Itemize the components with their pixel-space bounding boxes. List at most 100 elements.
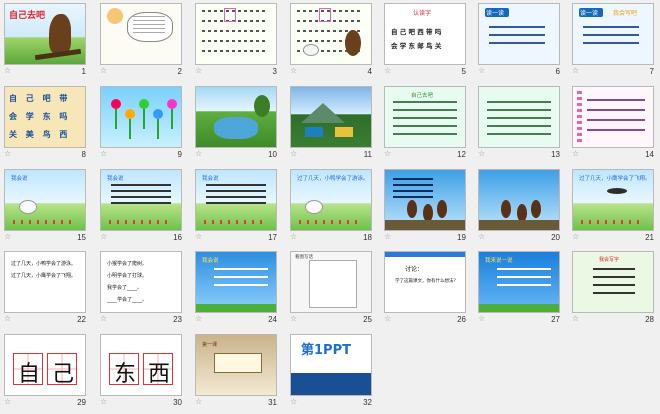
star-icon: ☆ — [100, 149, 108, 158]
slide-number: 10 — [268, 150, 277, 159]
flower-word-row: 关 美 鸟 西 — [9, 130, 71, 139]
slide-heading: 认读字 — [413, 10, 432, 17]
slide-cell: ☆ 2 — [100, 3, 182, 83]
text-line: 过了几天，小鹰学会了飞翔。 — [11, 273, 77, 279]
text-line — [111, 190, 171, 192]
slide-thumbnail[interactable]: 认读字自 己 吧 西 带 吗会 学 东 邮 鸟 关 — [384, 3, 466, 65]
star-icon: ☆ — [195, 397, 203, 406]
slide-thumbnail[interactable]: 讨论： 学了这篇课文，你有什么想法？ — [384, 251, 466, 313]
text-line — [206, 202, 266, 204]
flowers — [13, 220, 77, 224]
slide-thumbnail[interactable] — [572, 86, 654, 148]
slide-cell: 自己去吧 ☆ 12 — [384, 86, 466, 166]
banner — [291, 373, 371, 395]
slide-thumbnail[interactable]: 自己去吧 — [384, 86, 466, 148]
slide-number: 8 — [81, 150, 86, 159]
slide-thumbnail[interactable]: 我会说 — [4, 169, 86, 231]
text-line — [133, 32, 165, 33]
slide-cell: ☆ 19 — [384, 169, 466, 249]
text-line — [583, 26, 639, 28]
slide-subheading: 我会写吧 — [613, 10, 638, 17]
slide-thumbnail[interactable]: 我来说一说 — [478, 251, 560, 313]
slide-heading: 我会说 — [107, 176, 124, 182]
slide-heading: 讨论： — [405, 266, 424, 273]
slide-sorter-grid: 自己去吧 ☆ 1 ☆ 2 ☆ 3 ☆ 4 认读字自 己 吧 西 带 吗会 学 东 邮 鸟 关 ☆ 5 读… — [0, 0, 660, 410]
text-line — [202, 30, 268, 32]
slide-number: 17 — [268, 233, 277, 242]
slide-thumbnail[interactable] — [100, 3, 182, 65]
star-icon: ☆ — [572, 66, 580, 75]
slide-thumbnail[interactable]: 我会写字 — [572, 251, 654, 313]
slide-number: 28 — [645, 315, 654, 324]
flower-word-row: 自 己 吧 带 — [9, 94, 71, 103]
slide-thumbnail[interactable]: 第一课 — [195, 334, 277, 396]
text-line — [393, 190, 433, 192]
slide-cell: ☆ 11 — [290, 86, 372, 166]
eagle-icon — [49, 14, 71, 54]
slide-number: 2 — [177, 67, 182, 76]
lollipop-stick — [129, 119, 131, 139]
text-line — [489, 26, 545, 28]
tian-grid-box: 西 — [143, 353, 173, 387]
slide-heading: 我会说 — [202, 176, 219, 182]
slide-thumbnail[interactable]: 自 己 吧 带会 学 东 吗关 美 鸟 西 — [4, 86, 86, 148]
text-line — [487, 133, 551, 135]
grass — [196, 304, 276, 312]
slide-thumbnail[interactable]: 过了几天，小鸭学会了游泳。 过了几天，小鹰学会了飞翔。 — [4, 251, 86, 313]
slide-thumbnail[interactable] — [100, 86, 182, 148]
slide-thumbnail[interactable] — [290, 86, 372, 148]
slide-cell: ☆ 3 — [195, 3, 277, 83]
text-line — [393, 184, 433, 186]
slide-thumbnail[interactable] — [195, 86, 277, 148]
slide-number: 20 — [551, 233, 560, 242]
star-icon: ☆ — [4, 314, 12, 323]
slide-thumbnail[interactable]: 我会说 — [195, 169, 277, 231]
slide-thumbnail[interactable]: 第1PPT — [290, 334, 372, 396]
slide-thumbnail[interactable]: 过了几天，小鹰学会了飞翔。 — [572, 169, 654, 231]
text-line — [489, 42, 545, 44]
slide-thumbnail[interactable]: 自己 — [4, 334, 86, 396]
slide-heading: 我来说一说 — [485, 258, 513, 264]
slide-thumbnail[interactable] — [195, 3, 277, 65]
slide-cell: 我会写字 ☆ 28 — [572, 251, 654, 331]
mountain — [301, 103, 345, 123]
text-line — [393, 196, 433, 198]
slide-thumbnail[interactable]: 小猴学会了爬树。 小明学会了打球。 我学会了____。 ____学会了____。 — [100, 251, 182, 313]
star-icon: ☆ — [384, 232, 392, 241]
star-icon: ☆ — [384, 314, 392, 323]
word-line: 会 学 东 邮 鸟 关 — [391, 42, 442, 50]
text-line: ____学会了____。 — [107, 297, 148, 303]
slide-thumbnail[interactable]: 自己去吧 — [4, 3, 86, 65]
slide-thumbnail[interactable]: 读一读 — [478, 3, 560, 65]
slide-thumbnail[interactable]: 读一读 我会写吧 — [572, 3, 654, 65]
slide-thumbnail[interactable]: 我会说 — [195, 251, 277, 313]
text-line — [393, 101, 457, 103]
text-line — [214, 284, 268, 286]
text-line — [593, 292, 635, 294]
star-icon: ☆ — [478, 314, 486, 323]
slide-thumbnail[interactable]: 看图写话 — [290, 251, 372, 313]
slide-thumbnail[interactable]: 我会说 — [100, 169, 182, 231]
text-line: 小猴学会了爬树。 — [107, 261, 148, 267]
star-icon: ☆ — [4, 66, 12, 75]
slide-thumbnail[interactable] — [478, 169, 560, 231]
text-line: 小明学会了打球。 — [107, 273, 148, 279]
slide-number: 29 — [77, 398, 86, 407]
slide-heading: 看图写话 — [295, 255, 313, 260]
text-line — [111, 184, 171, 186]
slide-thumbnail[interactable] — [290, 3, 372, 65]
text-line: 我学会了____。 — [107, 285, 143, 291]
text-line — [206, 196, 266, 198]
slide-cell: 过了几天，小鸭学会了游泳。 过了几天，小鹰学会了飞翔。 ☆ 22 — [4, 251, 86, 331]
slide-thumbnail[interactable] — [384, 169, 466, 231]
slide-number: 26 — [457, 315, 466, 324]
slide-thumbnail[interactable] — [478, 86, 560, 148]
star-icon: ☆ — [478, 149, 486, 158]
slide-cell: 讨论： 学了这篇课文，你有什么想法？ ☆ 26 — [384, 251, 466, 331]
slide-cell: 看图写话 ☆ 25 — [290, 251, 372, 331]
text-line — [393, 133, 457, 135]
slide-thumbnail[interactable]: 过了几天，小鸭学会了游泳。 — [290, 169, 372, 231]
flower-word-row: 会 学 东 吗 — [9, 112, 71, 121]
slide-cell: 读一读 我会写吧 ☆ 7 — [572, 3, 654, 83]
slide-thumbnail[interactable]: 东西 — [100, 334, 182, 396]
